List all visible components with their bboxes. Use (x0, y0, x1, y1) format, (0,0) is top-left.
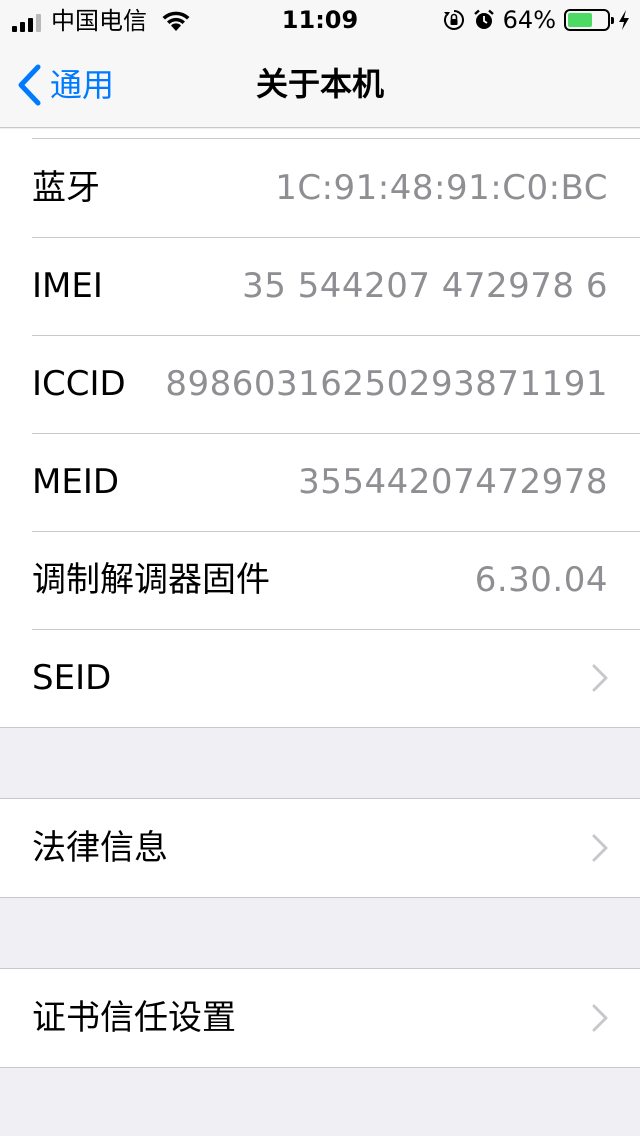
row-value[interactable]: 1C:91:48:91:C0:BC (275, 168, 608, 208)
row-meid: MEID 35544207472978 (0, 433, 640, 531)
device-info-group: 蓝牙 1C:91:48:91:C0:BC IMEI 35 544207 4729… (0, 129, 640, 728)
row-value[interactable]: 89860316250293871191 (165, 364, 608, 404)
row-value[interactable]: 35544207472978 (298, 462, 608, 502)
orientation-lock-icon (443, 10, 464, 30)
page-title: 关于本机 (255, 65, 384, 103)
row-seid[interactable]: SEID (0, 629, 640, 727)
chevron-right-icon (592, 1004, 608, 1032)
scrolled-row-edge (0, 129, 640, 139)
navigation-bar: 通用 关于本机 (0, 40, 640, 128)
row-value[interactable]: 35 544207 472978 6 (242, 266, 608, 306)
row-label: 证书信任设置 (32, 998, 236, 1038)
row-label: 蓝牙 (32, 168, 100, 208)
row-label: ICCID (32, 364, 126, 404)
chevron-right-icon (592, 664, 608, 692)
battery-fill (568, 13, 593, 27)
row-modem-firmware: 调制解调器固件 6.30.04 (0, 531, 640, 629)
row-imei: IMEI 35 544207 472978 6 (0, 237, 640, 335)
row-label: MEID (32, 462, 120, 502)
chevron-right-icon (592, 834, 608, 862)
status-bar: 中国电信 11:09 64% (0, 0, 640, 40)
legal-group: 法律信息 (0, 798, 640, 898)
row-value[interactable]: 6.30.04 (475, 560, 608, 600)
settings-list: 蓝牙 1C:91:48:91:C0:BC IMEI 35 544207 4729… (0, 129, 640, 1068)
status-right: 64% (443, 7, 630, 33)
row-certificate-trust[interactable]: 证书信任设置 (0, 969, 640, 1067)
battery-percent: 64% (502, 6, 556, 34)
alarm-clock-icon (473, 9, 494, 29)
battery-icon (564, 9, 614, 31)
row-label: IMEI (32, 266, 103, 306)
row-legal-info[interactable]: 法律信息 (0, 799, 640, 897)
row-label: 法律信息 (32, 828, 168, 868)
row-bluetooth: 蓝牙 1C:91:48:91:C0:BC (0, 139, 640, 237)
row-label: SEID (32, 658, 112, 698)
row-iccid: ICCID 89860316250293871191 (0, 335, 640, 433)
row-label: 调制解调器固件 (32, 560, 270, 600)
certificate-group: 证书信任设置 (0, 968, 640, 1068)
charging-bolt-icon (619, 10, 629, 30)
